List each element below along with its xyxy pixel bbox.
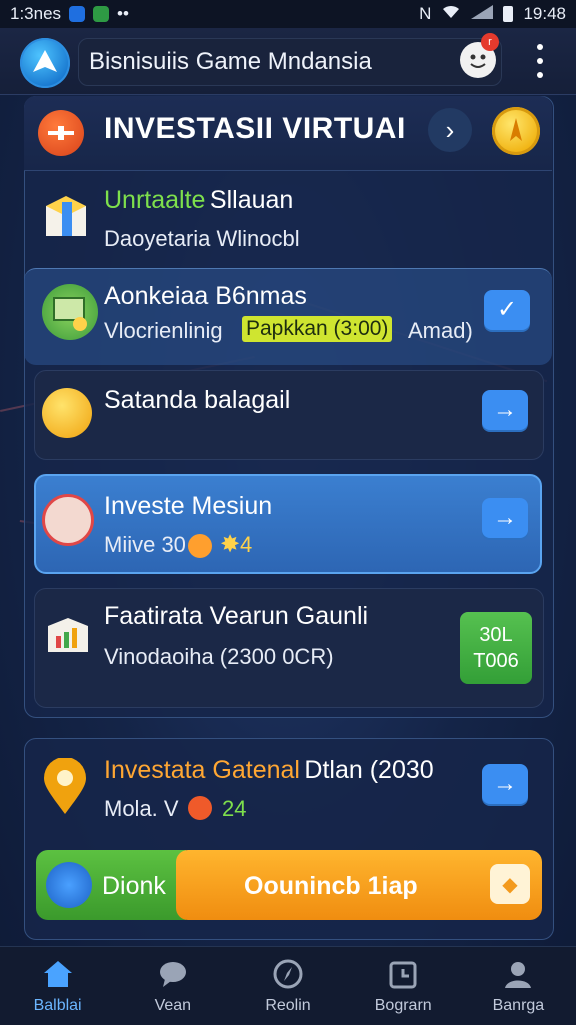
box-chart-icon [44, 612, 92, 658]
next-button[interactable]: › [428, 108, 472, 152]
search-input-text: Bisnisuiis Game Mndansia [89, 48, 372, 75]
page-title: INVESTASII VIRTUAI [104, 112, 406, 145]
panel2-title-row: Investata Gatenal Dtlan (2030 [104, 756, 434, 785]
compass-icon [46, 862, 92, 908]
claim-button-line2: T006 [473, 650, 519, 672]
item-subtitle: Daoyetaria Wlinocbl [104, 226, 300, 251]
coin-icon [42, 388, 92, 438]
panel2-value: 24 [222, 796, 247, 821]
profile-icon [501, 957, 535, 991]
nav-item-label: Vean [154, 997, 192, 1014]
nfc-icon: N [419, 4, 432, 23]
nav-item-profile[interactable]: Banrga [461, 947, 576, 1025]
wifi-icon [441, 4, 461, 24]
check-button[interactable]: ✓ [484, 290, 530, 330]
monitor-icon [42, 284, 98, 340]
item-title: Sllauan [209, 186, 294, 214]
item-extra: Amad) [408, 318, 473, 343]
nav-item-label: Reolin [265, 997, 311, 1014]
chat-icon [156, 957, 190, 991]
nav-item-calendar[interactable]: Bograrn [346, 947, 461, 1025]
chart-icon [42, 494, 94, 546]
item-subtitle: Vlocrienlinig [104, 318, 223, 343]
app-notification-icon [69, 6, 86, 22]
arrow-right-button[interactable]: → [482, 764, 528, 804]
panel2-title-highlight: Investata Gatenal [104, 756, 300, 784]
nav-item-chat[interactable]: Vean [115, 947, 230, 1025]
item-title: Satanda balagail [104, 386, 291, 414]
battery-icon [503, 6, 514, 22]
claim-button-line1: 30L [479, 624, 513, 646]
arrow-right-button[interactable]: → [482, 390, 528, 430]
status-time-left: 1:3nes [10, 4, 62, 23]
status-badge: Papkkan (3:00) [242, 316, 393, 342]
fire-icon [188, 796, 212, 820]
diamond-icon[interactable]: ◆ [490, 864, 530, 904]
app-notification-icon [93, 6, 110, 22]
item-title: Aonkeiaa B6nmas [104, 282, 307, 310]
star-icon: ✸ [220, 531, 241, 558]
item-subtitle: Miive 30 [104, 532, 186, 557]
app-logo-icon[interactable] [20, 38, 70, 88]
plane-icon [38, 110, 84, 156]
nav-item-label: Bograrn [374, 997, 432, 1014]
item-title: Investe Mesiun [104, 492, 273, 520]
item-title-row: Unrtaalte Sllauan [104, 186, 293, 215]
status-bar: 1:3nes •• N 19:48 [0, 0, 576, 28]
more-notifications-icon: •• [117, 4, 129, 23]
nav-item-label: Balblai [33, 997, 82, 1014]
smiley-icon [188, 534, 212, 558]
item-title-highlight: Unrtaalte [104, 186, 206, 214]
status-time-right: 19:48 [523, 4, 566, 23]
item-title: Faatirata Vearun Gaunli [104, 602, 369, 630]
left-action-label: Dionk [102, 872, 166, 900]
home-icon [41, 957, 75, 991]
arrow-right-button[interactable]: → [482, 498, 528, 538]
list-item[interactable] [34, 474, 542, 574]
signal-icon [471, 4, 494, 24]
pin-icon [40, 757, 90, 816]
bottom-navigation: Balblai Vean Reolin Bograrn Banrga [0, 946, 576, 1025]
notification-badge: r [481, 33, 499, 51]
more-menu-icon[interactable] [533, 44, 547, 78]
panel2-subtitle: Mola. V [104, 796, 179, 821]
nav-item-label: Banrga [492, 997, 545, 1014]
gift-box-icon [38, 184, 96, 244]
calendar-icon [386, 957, 420, 991]
search-input[interactable]: Bisnisuiis Game Mndansia [78, 38, 502, 86]
nav-item-home[interactable]: Balblai [0, 947, 115, 1025]
list-item[interactable] [34, 370, 544, 460]
item-value: 4 [240, 532, 253, 557]
claim-button[interactable]: 30L T006 [460, 612, 532, 684]
primary-action-label: Oounincb 1iap [244, 872, 418, 900]
panel2-title: Dtlan (2030 [304, 756, 434, 784]
compass-icon [271, 957, 305, 991]
coin-icon[interactable] [492, 107, 540, 155]
nav-item-compass[interactable]: Reolin [230, 947, 345, 1025]
item-subtitle: Vinodaoiha (2300 0CR) [104, 644, 334, 669]
